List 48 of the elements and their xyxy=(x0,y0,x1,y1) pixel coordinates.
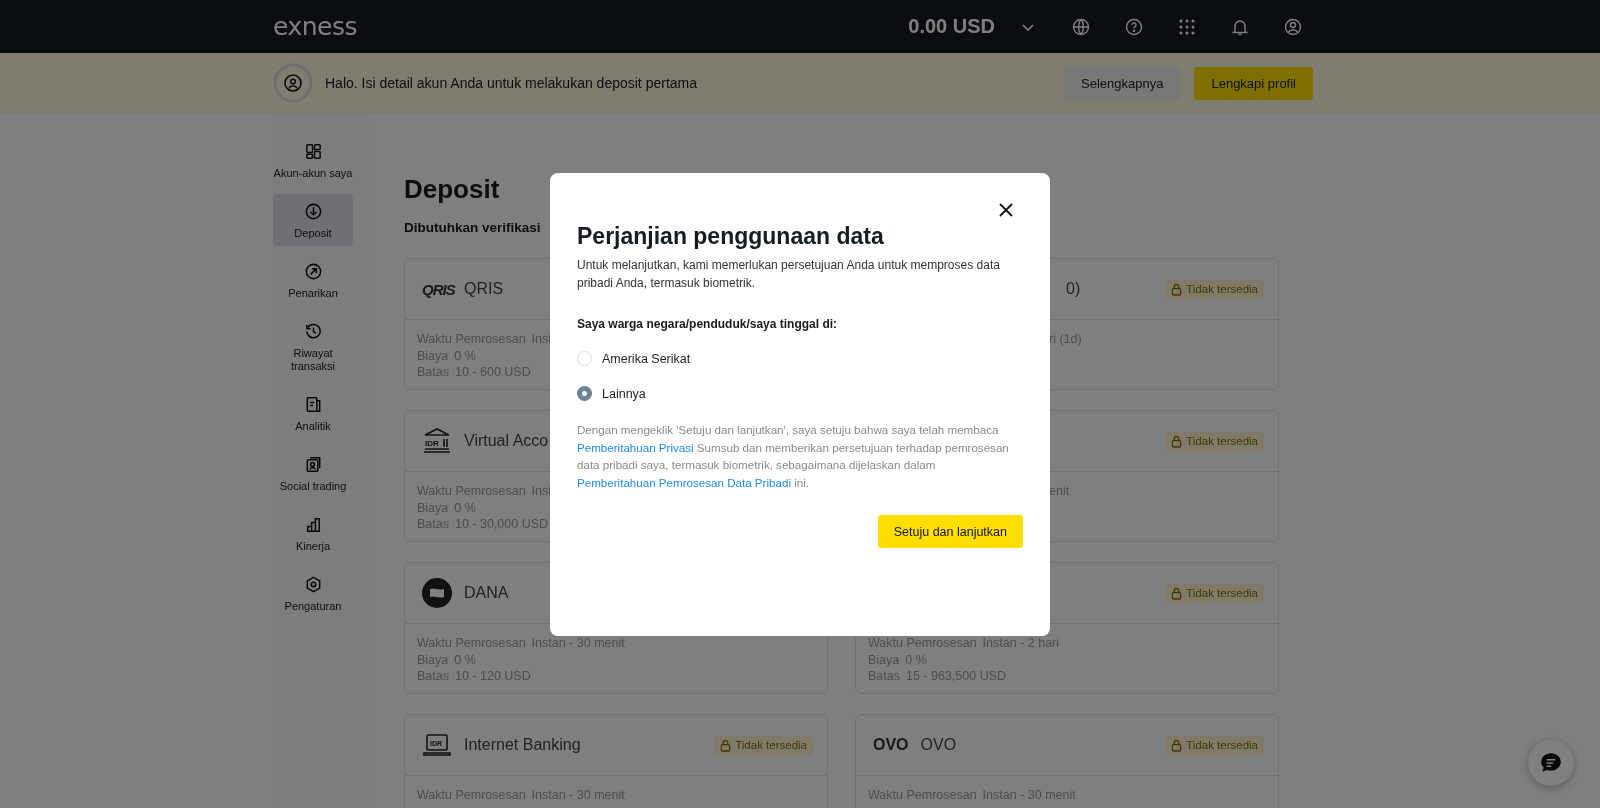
logo[interactable]: exness xyxy=(273,12,357,41)
dialog-title: Perjanjian penggunaan data xyxy=(577,223,885,250)
sidebar-item[interactable]: Pengaturan xyxy=(273,567,353,619)
notice-link[interactable]: Pemberitahuan Privasi xyxy=(577,440,694,454)
badge-text: Tidak tersedia xyxy=(1186,283,1258,295)
arrow-up-right-circle-icon xyxy=(303,262,323,281)
page-title: Deposit xyxy=(404,174,501,205)
sidebar-item[interactable]: Deposit xyxy=(273,194,353,246)
history-icon xyxy=(303,322,323,341)
payment-method-name: 0) xyxy=(1066,280,1081,298)
user-icon[interactable] xyxy=(1283,16,1303,37)
sidebar-item[interactable]: Riwayat transaksi xyxy=(273,314,353,379)
payment-method-name: DANA xyxy=(464,584,509,602)
banner-text: Halo. Isi detail akun Anda untuk melakukan deposit pertama xyxy=(325,75,697,91)
close-icon xyxy=(998,202,1014,218)
sidebar-item[interactable]: Social trading xyxy=(273,447,353,499)
lock-icon xyxy=(1171,434,1183,448)
sidebar-item[interactable]: Kinerja xyxy=(273,507,353,559)
lock-icon xyxy=(1171,586,1183,600)
user-icon xyxy=(273,63,313,103)
arrow-down-circle-icon xyxy=(303,202,323,221)
badge-text: Tidak tersedia xyxy=(1186,587,1258,599)
sidebar-item[interactable]: Analitik xyxy=(273,387,353,439)
globe-icon[interactable] xyxy=(1071,16,1091,37)
learn-more-button[interactable]: Selengkapnya xyxy=(1064,66,1181,100)
grid-icon xyxy=(303,142,323,161)
lock-icon xyxy=(1171,738,1183,752)
residence-question: Saya warga negara/penduduk/saya tinggal di: xyxy=(577,317,839,331)
agree-continue-button[interactable]: Setuju dan lanjutkan xyxy=(877,515,1023,548)
balance[interactable]: 0.00 USD xyxy=(908,15,995,38)
lock-icon xyxy=(1171,282,1183,296)
payment-method-name: Virtual Acco xyxy=(464,432,549,450)
badge-text: Tidak tersedia xyxy=(735,739,807,751)
chat-button[interactable] xyxy=(1528,740,1574,786)
payment-method-name: QRIS xyxy=(464,280,504,298)
lock-icon xyxy=(720,738,732,752)
complete-profile-button[interactable]: Lengkapi profil xyxy=(1194,66,1313,100)
badge-text: Tidak tersedia xyxy=(1186,739,1258,751)
payment-method-name: Internet Banking xyxy=(464,736,581,754)
notice-link[interactable]: Pemberitahuan Pemrosesan Data Pribadi xyxy=(577,475,791,489)
payment-method-name: OVO xyxy=(920,736,957,754)
badge-text: Tidak tersedia xyxy=(1186,435,1258,447)
ovo-logo: OVO xyxy=(873,736,909,754)
sidebar-item[interactable]: Akun-akun saya xyxy=(273,134,353,186)
help-icon[interactable] xyxy=(1124,16,1144,37)
radio-button[interactable] xyxy=(577,386,592,401)
wallet-logo-icon xyxy=(422,578,452,608)
sidebar-item[interactable]: Penarikan xyxy=(273,254,353,306)
